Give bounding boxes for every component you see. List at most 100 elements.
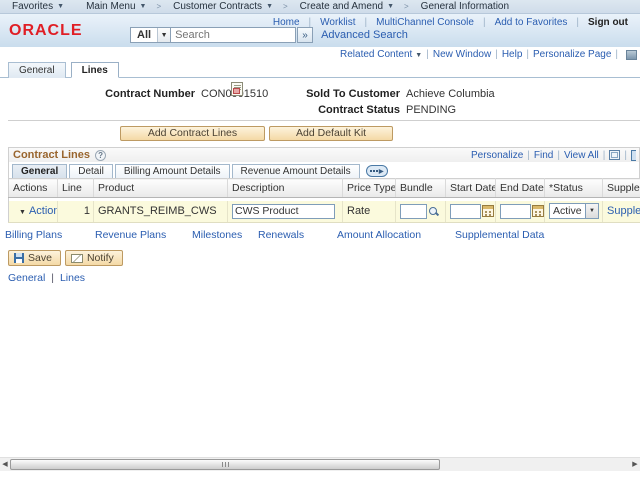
peoplesoft-page: Favorites ▼ Main Menu ▼ > Customer Contrac… [0, 0, 640, 480]
grid-toolbar: Personalize | Find | View All | | [471, 149, 636, 161]
grid-tab-detail[interactable]: Detail [69, 164, 113, 178]
col-line: Line [57, 178, 94, 198]
search-bar: All ▼ » Advanced Search [130, 27, 408, 43]
new-window-link[interactable]: New Window [433, 49, 491, 60]
scroll-left-arrow-icon[interactable]: ◀ [1, 460, 9, 470]
show-all-columns-icon[interactable]: ▶ [365, 165, 388, 177]
table-header-row: Actions Line Product Description Price T… [8, 178, 640, 198]
grid-tabs: General Detail Billing Amount Details Re… [8, 162, 640, 178]
related-links: Billing Plans Revenue Plans Milestones R… [0, 229, 640, 242]
scrollbar-thumb[interactable] [10, 459, 440, 470]
row-actions-menu[interactable]: ▼Actions [19, 205, 57, 217]
milestones-link[interactable]: Milestones [192, 229, 242, 241]
personalize-layout-icon[interactable] [626, 49, 637, 60]
col-actions: Actions [8, 178, 58, 198]
add-default-kit-button[interactable]: Add Default Kit [269, 126, 394, 141]
download-grid-icon[interactable] [609, 150, 621, 160]
contract-lines-title: Contract Lines [13, 149, 91, 161]
col-supplemental: Suppleme [602, 178, 640, 198]
start-date-input[interactable] [450, 203, 481, 219]
chevron-down-icon: ▼ [57, 3, 65, 10]
contract-info: Contract Number CON0001510 Sold To Custo… [0, 82, 640, 120]
calendar-icon[interactable] [482, 205, 494, 218]
row-supplemental-link[interactable]: Suppleme [607, 205, 640, 217]
add-contract-lines-button[interactable]: Add Contract Lines [120, 126, 265, 141]
row-line-number: 1 [57, 200, 94, 223]
row-product: GRANTS_REIMB_CWS [93, 200, 228, 223]
grid-tab-billing-amount-details[interactable]: Billing Amount Details [114, 164, 230, 178]
related-content-link[interactable]: Related Content ▼ [340, 49, 422, 60]
col-price-type: Price Type [342, 178, 396, 198]
amount-allocation-link[interactable]: Amount Allocation [337, 229, 421, 241]
col-end-date: End Date [495, 178, 545, 198]
chevron-down-icon: ▼ [266, 3, 273, 10]
billing-plans-link[interactable]: Billing Plans [5, 229, 62, 241]
row-price-type: Rate [342, 200, 396, 223]
breadcrumb-customer-contracts[interactable]: Customer Contracts ▼ [161, 1, 283, 12]
sign-out-link[interactable]: Sign out [579, 17, 634, 28]
lookup-icon[interactable] [428, 206, 439, 217]
zoom-grid-icon[interactable] [631, 149, 636, 161]
save-icon [14, 253, 24, 263]
col-product: Product [93, 178, 228, 198]
notify-icon [70, 253, 83, 263]
help-link[interactable]: Help [502, 49, 523, 60]
page-toolbar: Related Content ▼ | New Window | Help | P… [0, 47, 640, 62]
contract-number-label: Contract Number [105, 88, 195, 100]
save-button[interactable]: Save [8, 250, 61, 266]
col-status: *Status [544, 178, 603, 198]
breadcrumb-create-and-amend[interactable]: Create and Amend ▼ [288, 1, 404, 12]
col-description: Description [227, 178, 343, 198]
contract-lines-header: Contract Lines ? Personalize | Find | Vi… [8, 147, 640, 162]
chevron-down-icon: ▼ [19, 209, 26, 217]
breadcrumb-favorites[interactable]: Favorites ▼ [0, 1, 74, 12]
grid-tab-general[interactable]: General [12, 164, 68, 178]
footer-links: General | Lines [8, 272, 86, 284]
scroll-right-arrow-icon[interactable]: ▶ [631, 460, 639, 470]
search-scope-select[interactable]: All ▼ [130, 27, 172, 43]
help-icon[interactable]: ? [95, 149, 107, 161]
page-tabs: General Lines [0, 62, 640, 78]
footer-buttons: Save Notify [8, 250, 123, 266]
notes-icon[interactable] [231, 82, 243, 96]
chevron-down-icon: ▼ [415, 52, 423, 59]
divider [8, 120, 640, 121]
chevron-down-icon: ▼ [585, 204, 598, 219]
sold-to-customer-value: Achieve Columbia [406, 88, 495, 100]
tab-general[interactable]: General [8, 62, 66, 78]
chevron-down-icon[interactable]: ▼ [157, 28, 171, 42]
advanced-search-link[interactable]: Advanced Search [321, 29, 408, 41]
tab-lines[interactable]: Lines [70, 62, 119, 78]
find-link[interactable]: Find [534, 150, 553, 161]
breadcrumb-main-menu[interactable]: Main Menu ▼ [74, 1, 156, 12]
sold-to-customer-label: Sold To Customer [306, 88, 400, 100]
oracle-logo: ORACLE [9, 22, 83, 39]
description-input[interactable] [232, 203, 335, 219]
breadcrumb: Favorites ▼ Main Menu ▼ > Customer Contrac… [0, 0, 640, 14]
personalize-link[interactable]: Personalize [471, 150, 523, 161]
footer-lines-link[interactable]: Lines [60, 272, 85, 284]
footer-general-link[interactable]: General [8, 272, 45, 284]
search-input[interactable] [171, 27, 297, 43]
app-header: ORACLE Home | Worklist | MultiChannel Co… [0, 14, 640, 47]
calendar-icon[interactable] [532, 205, 544, 218]
grid-tab-revenue-amount-details[interactable]: Revenue Amount Details [231, 164, 360, 178]
search-go-button[interactable]: » [297, 27, 314, 43]
nav-add-to-favorites[interactable]: Add to Favorites [486, 17, 577, 28]
supplemental-data-link[interactable]: Supplemental Data [455, 229, 544, 241]
renewals-link[interactable]: Renewals [258, 229, 304, 241]
col-bundle: Bundle [395, 178, 446, 198]
horizontal-scrollbar[interactable]: ◀ ▶ [0, 457, 640, 471]
breadcrumb-general-information: General Information [420, 1, 510, 12]
notify-button[interactable]: Notify [64, 250, 123, 266]
contract-lines-group: Contract Lines ? Personalize | Find | Vi… [8, 147, 640, 223]
chevron-down-icon: ▼ [139, 3, 147, 10]
revenue-plans-link[interactable]: Revenue Plans [95, 229, 166, 241]
view-all-link[interactable]: View All [564, 150, 599, 161]
personalize-page-link[interactable]: Personalize Page [533, 49, 611, 60]
status-select[interactable]: Active ▼ [549, 203, 599, 220]
contract-status-label: Contract Status [318, 104, 400, 116]
bundle-input[interactable] [400, 203, 427, 219]
end-date-input[interactable] [500, 203, 531, 219]
add-buttons: Add Contract Lines Add Default Kit [120, 126, 394, 141]
